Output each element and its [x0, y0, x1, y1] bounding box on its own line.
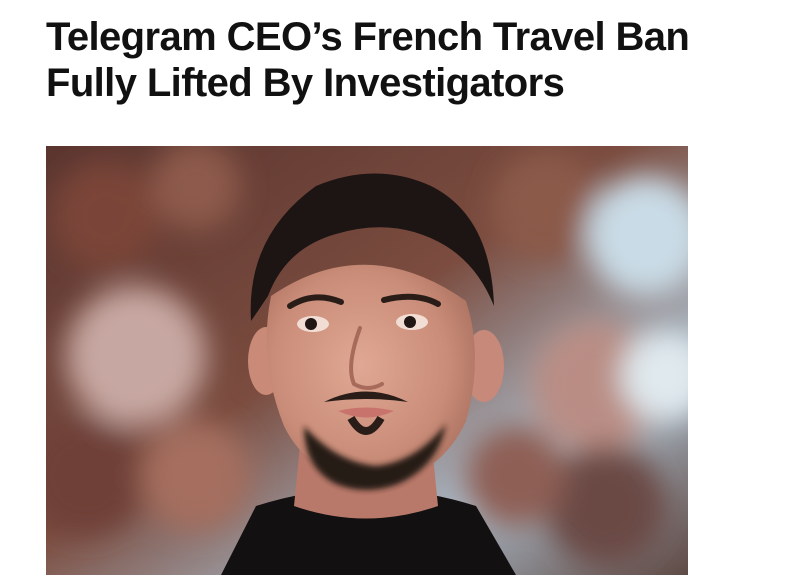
- article-headline: Telegram CEO’s French Travel Ban Fully L…: [46, 14, 786, 106]
- article-photo: [46, 146, 688, 575]
- portrait-photo: [46, 146, 688, 575]
- right-pupil: [404, 316, 416, 328]
- left-pupil: [305, 318, 317, 330]
- headline-line-1: Telegram CEO’s French Travel Ban: [46, 15, 690, 59]
- headline-line-2: Fully Lifted By Investigators: [46, 61, 565, 105]
